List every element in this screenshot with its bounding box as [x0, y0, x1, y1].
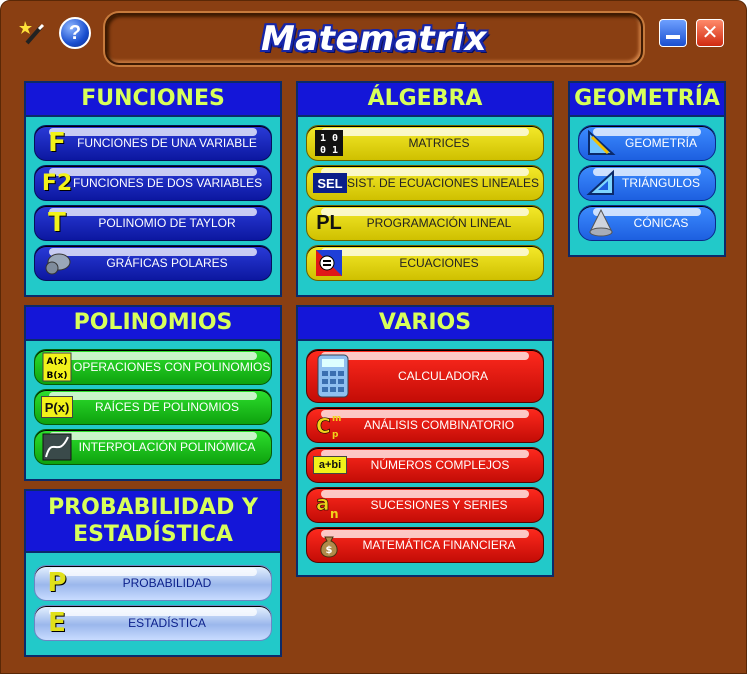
ecuaciones-button[interactable]: ECUACIONES	[306, 245, 544, 281]
polynomial-operations-icon: A(x) B(x)	[41, 352, 73, 382]
conicas-button[interactable]: CÓNICAS	[578, 205, 716, 241]
calculadora-button[interactable]: CALCULADORA	[306, 349, 544, 403]
section-funciones: FUNCIONES F FUNCIONES DE UNA VARIABLE F2…	[24, 81, 282, 297]
svg-text:p: p	[332, 430, 339, 440]
estadistica-button[interactable]: E ESTADÍSTICA	[34, 605, 272, 641]
probabilidad-button[interactable]: P PROBABILIDAD	[34, 565, 272, 601]
button-label: FUNCIONES DE DOS VARIABLES	[73, 176, 263, 190]
interpolacion-polinomica-button[interactable]: INTERPOLACIÓN POLINÓMICA	[34, 429, 272, 465]
close-button[interactable]: ✕	[696, 19, 724, 47]
funciones-una-variable-button[interactable]: F FUNCIONES DE UNA VARIABLE	[34, 125, 272, 161]
button-label: PROGRAMACIÓN LINEAL	[366, 216, 512, 230]
cone-icon	[585, 208, 617, 238]
f-letter-icon: F	[48, 128, 66, 158]
button-label: CALCULADORA	[397, 369, 489, 383]
sequences-icon: an	[313, 490, 345, 520]
programacion-lineal-button[interactable]: PL PROGRAMACIÓN LINEAL	[306, 205, 544, 241]
magic-wand-icon[interactable]	[19, 17, 51, 49]
svg-text:0 1: 0 1	[320, 145, 338, 156]
section-title-geometria: GEOMETRÍA	[570, 83, 724, 117]
minimize-icon	[666, 35, 680, 39]
numeros-complejos-button[interactable]: a+bi NÚMEROS COMPLEJOS	[306, 447, 544, 483]
button-label: FUNCIONES DE UNA VARIABLE	[77, 136, 257, 150]
button-label: MATRICES	[408, 136, 470, 150]
button-label: POLINOMIO DE TAYLOR	[98, 216, 236, 230]
section-title-probabilidad: PROBABILIDAD Y ESTADÍSTICA	[26, 491, 280, 553]
t-letter-icon: T	[48, 208, 66, 238]
svg-text:a: a	[316, 491, 330, 515]
pl-icon: PL	[316, 211, 342, 234]
e-letter-icon: E	[48, 608, 66, 638]
app-title: Matematrix	[260, 19, 488, 59]
button-label: RAÍCES DE POLINOMIOS	[94, 400, 240, 414]
equations-icon	[313, 248, 345, 278]
funciones-dos-variables-button[interactable]: F2 FUNCIONES DE DOS VARIABLES	[34, 165, 272, 201]
button-label: ESTADÍSTICA	[128, 616, 206, 630]
triangulos-button[interactable]: TRIÁNGULOS	[578, 165, 716, 201]
svg-text:C: C	[316, 414, 331, 438]
svg-text:A(x): A(x)	[47, 357, 68, 367]
graficas-polares-button[interactable]: GRÁFICAS POLARES	[34, 245, 272, 281]
section-title-polinomios: POLINOMIOS	[26, 307, 280, 341]
section-title-algebra: ÁLGEBRA	[298, 83, 552, 117]
svg-text:1 0: 1 0	[320, 133, 338, 144]
button-label: ECUACIONES	[399, 256, 479, 270]
money-bag-icon: $	[313, 530, 345, 560]
section-algebra: ÁLGEBRA 1 00 1 MATRICES SEL SIST. DE ECU…	[296, 81, 554, 297]
px-icon: P(x)	[41, 396, 73, 418]
matematica-financiera-button[interactable]: $ MATEMÁTICA FINANCIERA	[306, 527, 544, 563]
button-label: PROBABILIDAD	[122, 576, 212, 590]
matrices-button[interactable]: 1 00 1 MATRICES	[306, 125, 544, 161]
section-varios: VARIOS CALCULADORA Cmp ANÁLISIS COMBINAT…	[296, 305, 554, 577]
triangle-icon	[585, 168, 617, 198]
matrix-icon: 1 00 1	[313, 128, 345, 158]
close-icon: ✕	[701, 22, 719, 44]
button-label: GRÁFICAS POLARES	[106, 256, 228, 270]
complex-numbers-icon: a+bi	[313, 456, 347, 474]
button-label: GEOMETRÍA	[624, 136, 697, 150]
svg-text:m: m	[332, 414, 341, 424]
button-label: OPERACIONES CON POLINOMIOS	[73, 360, 271, 374]
calculator-icon	[313, 352, 353, 400]
p-letter-icon: P	[47, 568, 67, 598]
title-panel: Matematrix	[105, 13, 643, 65]
sist-ecuaciones-lineales-button[interactable]: SEL SIST. DE ECUACIONES LINEALES	[306, 165, 544, 201]
section-title-varios: VARIOS	[298, 307, 552, 341]
section-polinomios: POLINOMIOS A(x) B(x) OPERACIONES CON POLI…	[24, 305, 282, 481]
app-window: ? Matematrix ✕ FUNCIONES F FUNCIONES DE …	[0, 0, 747, 674]
section-geometria: GEOMETRÍA GEOMETRÍA TRIÁNGULOS CÓNICAS	[568, 81, 726, 257]
operaciones-polinomios-button[interactable]: A(x) B(x) OPERACIONES CON POLINOMIOS	[34, 349, 272, 385]
interpolation-icon	[41, 432, 73, 462]
sel-icon: SEL	[313, 173, 347, 193]
button-label: ANÁLISIS COMBINATORIO	[363, 418, 515, 432]
polinomio-taylor-button[interactable]: T POLINOMIO DE TAYLOR	[34, 205, 272, 241]
raices-polinomios-button[interactable]: P(x) RAÍCES DE POLINOMIOS	[34, 389, 272, 425]
svg-text:B(x): B(x)	[47, 371, 68, 381]
button-label: NÚMEROS COMPLEJOS	[370, 458, 510, 472]
set-square-icon	[585, 128, 617, 158]
button-label: SUCESIONES Y SERIES	[370, 498, 508, 512]
section-title-funciones: FUNCIONES	[26, 83, 280, 117]
button-label: MATEMÁTICA FINANCIERA	[362, 538, 516, 552]
button-label: TRIÁNGULOS	[621, 176, 700, 190]
button-label: SIST. DE ECUACIONES LINEALES	[347, 176, 540, 190]
svg-text:$: $	[326, 545, 333, 556]
minimize-button[interactable]	[659, 19, 687, 47]
svg-text:n: n	[330, 507, 339, 520]
button-label: CÓNICAS	[633, 216, 689, 230]
section-probabilidad: PROBABILIDAD Y ESTADÍSTICA P PROBABILIDA…	[24, 489, 282, 657]
analisis-combinatorio-button[interactable]: Cmp ANÁLISIS COMBINATORIO	[306, 407, 544, 443]
polar-graph-icon	[41, 248, 73, 278]
sucesiones-series-button[interactable]: an SUCESIONES Y SERIES	[306, 487, 544, 523]
combinatorics-icon: Cmp	[313, 410, 345, 440]
button-label: INTERPOLACIÓN POLINÓMICA	[78, 440, 256, 454]
geometria-button[interactable]: GEOMETRÍA	[578, 125, 716, 161]
help-icon[interactable]: ?	[59, 17, 91, 49]
f2-letter-icon: F2	[41, 170, 73, 196]
